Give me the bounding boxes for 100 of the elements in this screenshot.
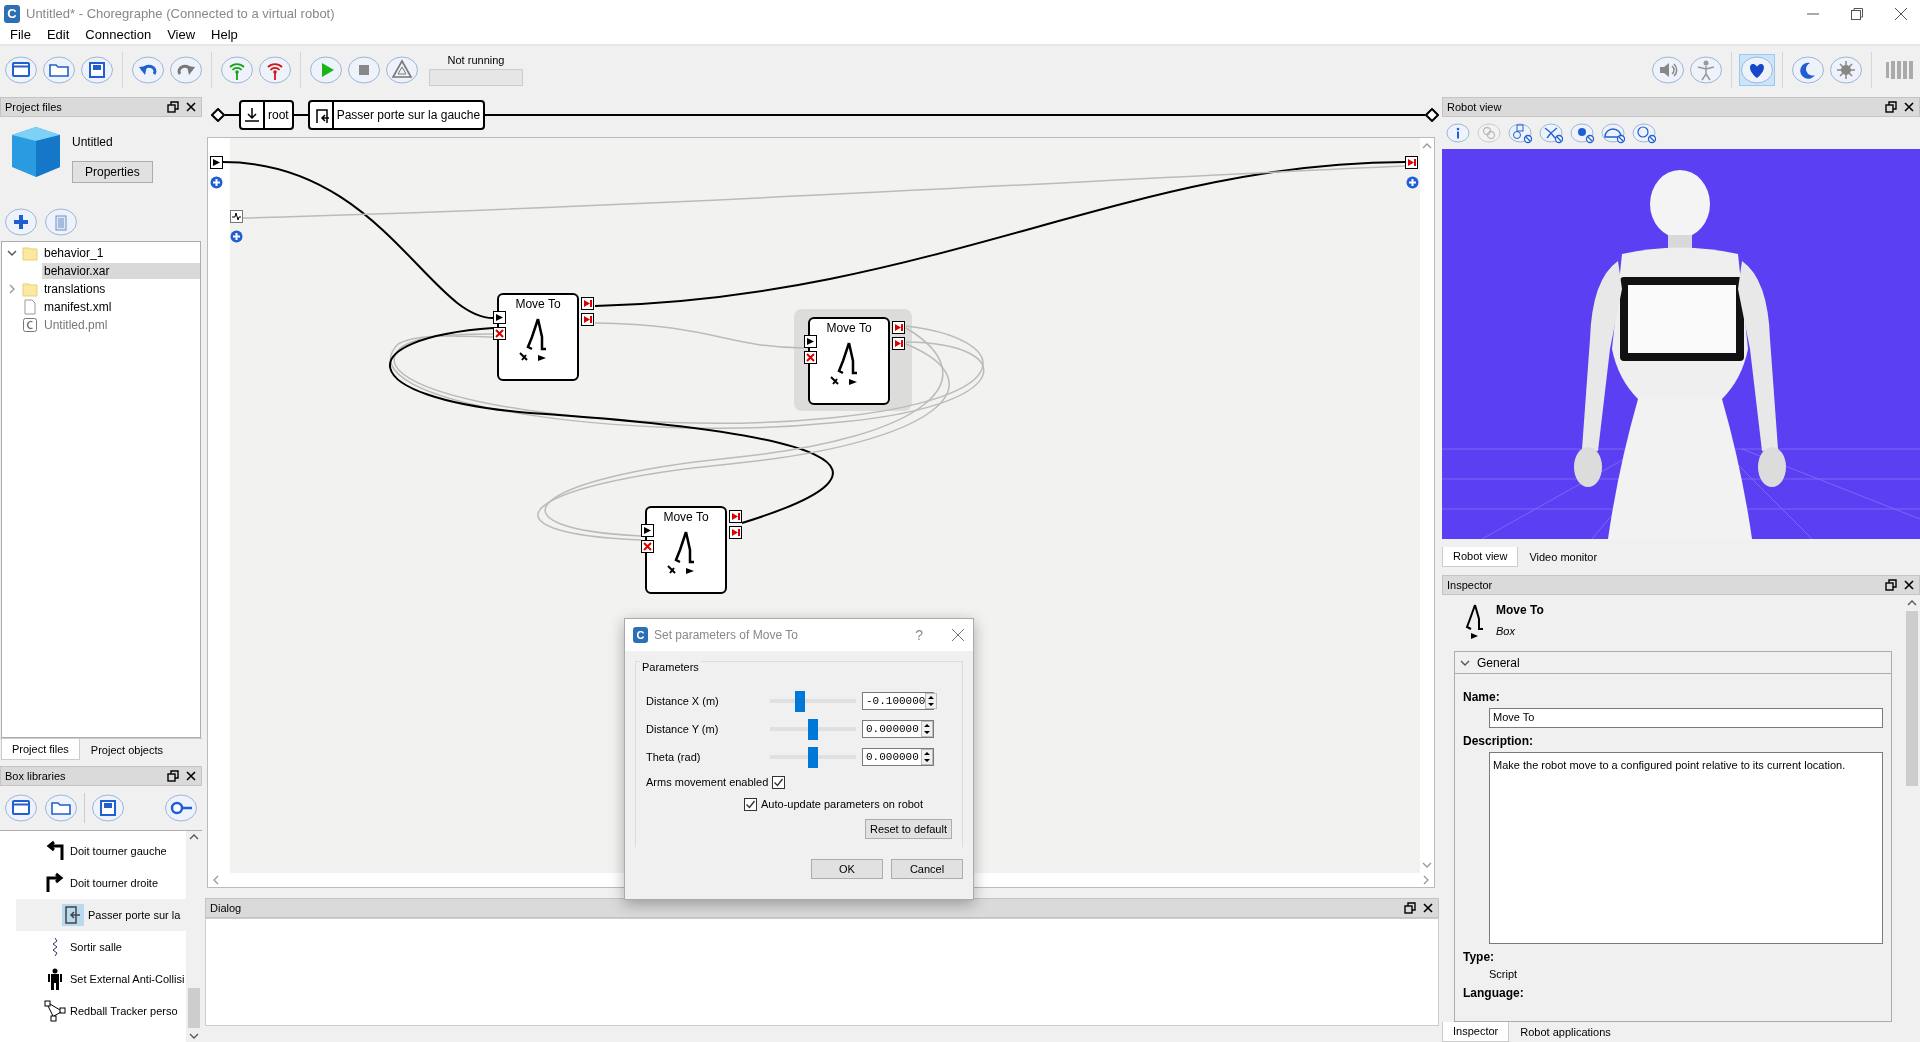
menu-item[interactable]: Edit [38,27,78,44]
figure-icon[interactable] [1689,55,1723,85]
scroll-down-icon[interactable] [189,1032,199,1040]
menu-item[interactable]: Help [203,27,246,44]
scroll-left-icon[interactable] [212,875,220,885]
scroll-up-icon[interactable] [189,833,199,841]
input-port[interactable] [804,335,817,348]
connection-line[interactable] [393,325,984,424]
breadcrumb-item[interactable]: root [239,100,294,130]
scroll-up-icon[interactable] [1907,599,1917,607]
ok-button[interactable]: OK [811,859,883,879]
tree-item[interactable]: Untitled.pml [42,317,110,333]
folder-icon[interactable] [42,55,76,85]
panel-tab[interactable]: Robot view [1442,547,1519,567]
heart-icon[interactable] [1740,55,1774,85]
redo-icon[interactable] [169,55,203,85]
add-port-icon[interactable] [1406,176,1419,189]
number-field[interactable]: -0.100000 [862,692,934,710]
slider-thumb[interactable] [808,718,818,740]
behavior-box[interactable]: Move To [645,506,727,594]
new-window-icon[interactable] [4,793,38,823]
scroll-right-icon[interactable] [1422,875,1430,885]
float-icon[interactable] [1885,579,1897,591]
output-port[interactable] [1405,156,1418,169]
library-item[interactable]: Redball Tracker perso [0,995,186,1027]
scroll-up-icon[interactable] [1422,142,1432,150]
spinner-arrows-icon[interactable] [925,693,938,709]
description-field[interactable]: Make the robot move to a configured point relative to its current location. [1489,752,1883,944]
tree-item[interactable]: behavior_1 [42,245,106,261]
close-icon[interactable] [1894,6,1908,21]
search-icon[interactable] [164,793,198,823]
library-item[interactable]: Set External Anti-Collisi [0,963,186,995]
stop-port[interactable] [641,540,654,553]
sun-icon[interactable] [1829,55,1863,85]
menu-item[interactable]: Connection [77,27,160,44]
close-icon[interactable] [185,770,197,782]
library-item[interactable]: Sortir salle [0,931,186,963]
output-port[interactable] [729,510,742,523]
scroll-down-icon[interactable] [1422,861,1432,869]
tree-item[interactable]: manifest.xml [42,299,114,315]
output-port[interactable] [581,313,594,326]
library-item[interactable]: Passer porte sur la [16,899,186,931]
checkbox[interactable] [744,797,757,811]
save-icon[interactable] [80,55,114,85]
new-window-icon[interactable] [4,55,38,85]
connect-icon[interactable] [220,55,254,85]
signal-port[interactable] [230,210,243,223]
add-port-icon[interactable] [210,176,223,189]
tree-item[interactable]: translations [42,281,108,297]
cylinder-icon[interactable] [1508,122,1534,144]
spinner-arrows-icon[interactable] [921,749,933,765]
input-port[interactable] [641,524,654,537]
spinner-arrows-icon[interactable] [921,721,933,737]
stop-port[interactable] [493,327,506,340]
slider-thumb[interactable] [808,746,818,768]
output-port[interactable] [729,526,742,539]
save-icon[interactable] [91,793,125,823]
tree-item[interactable]: behavior.xar [42,263,200,279]
close-icon[interactable] [185,101,197,113]
add-port-icon[interactable] [230,230,243,243]
stop-icon[interactable] [347,55,381,85]
library-item[interactable]: Doit tourner gauche [0,835,186,867]
restore-icon[interactable] [1850,6,1864,21]
help-button[interactable]: ? [915,627,923,643]
float-icon[interactable] [1404,902,1416,914]
ring-icon[interactable] [1632,122,1658,144]
checkbox[interactable] [772,775,786,789]
input-port[interactable] [493,311,506,324]
output-port[interactable] [892,337,905,350]
panel-tab[interactable]: Project files [1,739,80,760]
properties-button[interactable]: Properties [72,161,153,183]
slider-thumb[interactable] [795,690,806,712]
connection-line[interactable] [389,335,985,429]
moon-icon[interactable] [1791,55,1825,85]
close-icon[interactable] [1903,579,1915,591]
scrollbar-thumb[interactable] [1906,611,1918,786]
close-icon[interactable] [1422,902,1434,914]
behavior-box[interactable]: Move To [497,293,579,381]
menu-item[interactable]: File [2,27,39,44]
cancel-button[interactable]: Cancel [891,859,963,879]
scrollbar-thumb[interactable] [188,988,200,1028]
close-icon[interactable] [1903,101,1915,113]
float-icon[interactable] [167,770,179,782]
disconnect-icon[interactable] [258,55,292,85]
add-icon[interactable] [4,207,38,237]
output-port[interactable] [581,297,594,310]
stop-port[interactable] [804,351,817,364]
undo-icon[interactable] [131,55,165,85]
warning-icon[interactable] [385,55,419,85]
flower-icon[interactable] [1570,122,1596,144]
input-port[interactable] [210,156,223,169]
speaker-icon[interactable] [1651,55,1685,85]
menu-item[interactable]: View [159,27,204,44]
folder-icon[interactable] [44,793,78,823]
behavior-box[interactable]: Move To [808,317,890,405]
library-item[interactable]: Doit tourner droite [0,867,186,899]
float-icon[interactable] [1885,101,1897,113]
panel-tab[interactable]: Inspector [1442,1022,1510,1042]
reset-button[interactable]: Reset to default [864,819,952,839]
info-icon[interactable] [1446,122,1472,144]
